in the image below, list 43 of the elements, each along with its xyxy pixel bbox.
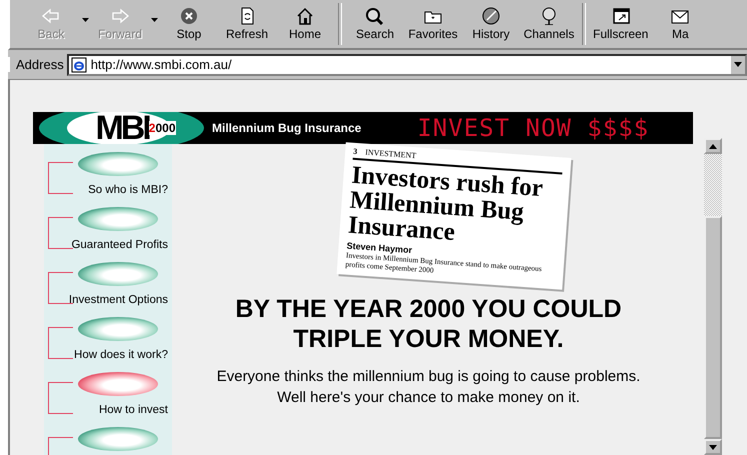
toolbar-button[interactable]: Home bbox=[276, 0, 334, 48]
tagline: Millennium Bug Insurance bbox=[212, 121, 362, 135]
page-icon bbox=[70, 56, 87, 72]
toolbar-button[interactable]: Channels bbox=[520, 0, 578, 48]
caret-icon bbox=[709, 444, 717, 450]
scroll-up-button[interactable] bbox=[704, 138, 722, 154]
section-label: INVESTMENT bbox=[364, 148, 416, 160]
caret-icon bbox=[709, 144, 717, 148]
nav-link[interactable]: So who is MBI? bbox=[88, 184, 168, 196]
scroll-thumb[interactable] bbox=[704, 216, 722, 439]
toolbar-button[interactable]: Favorites bbox=[404, 0, 462, 48]
scroll-down-button[interactable] bbox=[704, 439, 722, 455]
intro-text: Everyone thinks the millennium bug is going to cause problems. bbox=[216, 367, 640, 387]
address-field[interactable]: http://www.smbi.com.au/ bbox=[66, 54, 747, 76]
intro-text: Well here's your chance to make money on it. bbox=[276, 388, 581, 408]
toolbar-button[interactable]: History bbox=[462, 0, 520, 48]
bracket-line bbox=[48, 327, 73, 359]
caret-icon bbox=[734, 62, 742, 67]
search-icon bbox=[365, 6, 385, 24]
nav-link[interactable]: Investment Options bbox=[68, 294, 168, 306]
toolbar-button[interactable]: Refresh bbox=[218, 0, 276, 48]
page-number: 3 bbox=[352, 146, 358, 156]
forward-icon bbox=[110, 6, 130, 24]
bracket-line bbox=[48, 217, 73, 249]
home-icon bbox=[295, 6, 315, 24]
nav-link[interactable]: Guaranteed Profits bbox=[71, 239, 168, 251]
headline: BY THE YEAR 2000 YOU COULD bbox=[235, 294, 622, 324]
back-icon bbox=[41, 6, 61, 24]
toolbar-button[interactable]: Stop bbox=[160, 0, 218, 48]
headline: TRIPLE YOUR MONEY. bbox=[293, 324, 564, 354]
nav-link[interactable]: How does it work? bbox=[74, 349, 168, 361]
toolbar-button[interactable]: Fullscreen bbox=[590, 0, 652, 48]
history-icon bbox=[481, 6, 501, 24]
vertical-scrollbar[interactable] bbox=[704, 138, 722, 455]
nav-link[interactable]: How to invest bbox=[98, 404, 168, 416]
slogan: INVEST NOW $$$$ bbox=[417, 114, 650, 142]
toolbar-button[interactable]: Ma bbox=[651, 0, 710, 48]
dropdown-button[interactable] bbox=[731, 56, 745, 74]
stop-icon bbox=[179, 6, 199, 24]
fullscreen-icon bbox=[610, 6, 631, 24]
bracket-line bbox=[48, 382, 73, 414]
bracket-line bbox=[48, 162, 73, 194]
toolbar-button[interactable]: Search bbox=[346, 0, 404, 48]
